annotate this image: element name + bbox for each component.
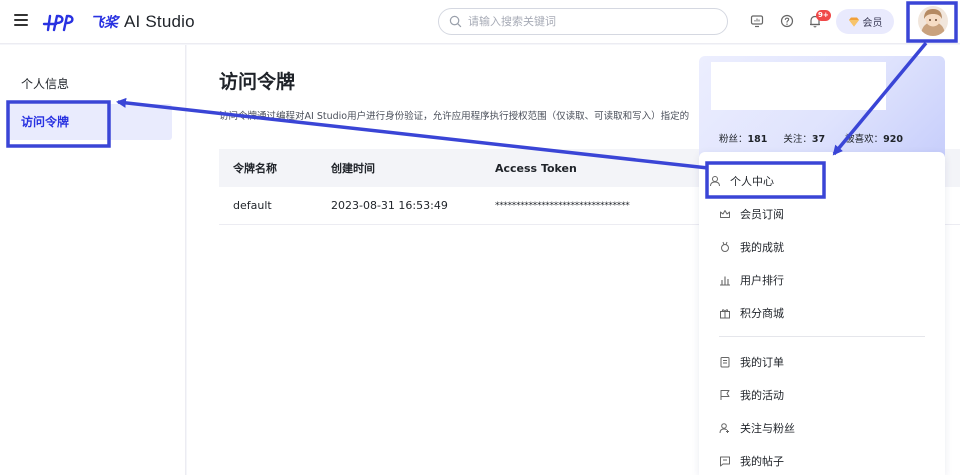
stat-likes[interactable]: 被喜欢：920 — [845, 131, 903, 145]
vip-label: 会员 — [862, 18, 883, 29]
flag-icon — [720, 390, 730, 400]
medal-icon — [721, 241, 729, 252]
paddle-logo-icon — [42, 14, 74, 32]
follow-icon — [719, 423, 729, 434]
menu-item-follow-and-fans[interactable]: 关注与粉丝 — [719, 415, 795, 441]
stat-following[interactable]: 关注：37 — [783, 131, 825, 145]
order-icon — [720, 357, 730, 368]
column-header-token-name: 令牌名称 — [233, 162, 277, 175]
vip-button[interactable]: 会员 — [836, 9, 894, 34]
search-icon — [449, 15, 462, 28]
menu-item-my-activities[interactable]: 我的活动 — [719, 382, 784, 408]
menu-label: 我的订单 — [740, 356, 784, 369]
diamond-icon — [848, 17, 859, 26]
menu-label: 个人中心 — [730, 175, 774, 188]
user-icon — [710, 176, 720, 187]
profile-stats: 粉丝：181 关注：37 被喜欢：920 — [719, 131, 919, 145]
access-token-cell: ******************************** — [495, 200, 630, 211]
bar-chart-icon — [720, 276, 730, 286]
menu-item-my-posts[interactable]: 我的帖子 — [719, 448, 784, 474]
menu-label: 关注与粉丝 — [740, 422, 795, 435]
post-icon — [720, 456, 730, 467]
token-name-cell: default — [233, 199, 272, 212]
profile-panel-header: 粉丝：181 关注：37 被喜欢：920 — [699, 56, 945, 164]
monitor-icon[interactable] — [750, 14, 764, 28]
profile-dropdown-menu: 个人中心 会员订阅 我的成就 用户排行 积分商城 我的订单 我的活动 关注与粉丝… — [699, 152, 945, 475]
menu-item-achievements[interactable]: 我的成就 — [719, 234, 784, 260]
menu-item-my-orders[interactable]: 我的订单 — [719, 349, 784, 375]
menu-item-personal-center[interactable]: 个人中心 — [709, 168, 774, 194]
avatar[interactable] — [918, 6, 948, 36]
page-title: 访问令牌 — [219, 71, 296, 93]
column-header-access-token: Access Token — [495, 161, 577, 175]
column-header-created-time: 创建时间 — [331, 162, 375, 175]
top-nav-bar: 飞桨 AI Studio 9+ 会员 — [0, 0, 960, 44]
logo-en-text: AI Studio — [124, 12, 195, 31]
menu-label: 我的成就 — [740, 241, 784, 254]
menu-label: 积分商城 — [740, 307, 784, 320]
menu-item-user-ranking[interactable]: 用户排行 — [719, 267, 784, 293]
search-box[interactable] — [438, 8, 728, 35]
avatar-image-icon — [918, 6, 948, 36]
sidebar-item-profile-info[interactable]: 个人信息 — [8, 66, 172, 102]
menu-item-vip-subscription[interactable]: 会员订阅 — [719, 201, 784, 227]
notification-badge: 9+ — [816, 10, 831, 21]
search-input[interactable] — [468, 15, 708, 28]
menu-label: 我的活动 — [740, 389, 784, 402]
created-time-cell: 2023-08-31 16:53:49 — [331, 199, 448, 212]
page-description: 访问令牌通过编程对AI Studio用户进行身份验证，允许应用程序执行授权范围（… — [219, 111, 690, 122]
sidebar-item-access-token[interactable]: 访问令牌 — [8, 104, 172, 140]
menu-label: 会员订阅 — [740, 208, 784, 221]
stat-followers[interactable]: 粉丝：181 — [719, 131, 767, 145]
menu-icon[interactable] — [14, 14, 28, 26]
menu-label: 用户排行 — [740, 274, 784, 287]
crown-icon — [720, 210, 730, 218]
settings-sidebar: 个人信息 访问令牌 — [0, 45, 186, 475]
menu-item-points-mall[interactable]: 积分商城 — [719, 300, 784, 326]
username-block — [711, 62, 886, 110]
help-icon[interactable] — [780, 14, 794, 28]
menu-divider — [719, 336, 925, 337]
logo-cn-text: 飞桨 — [90, 15, 118, 31]
menu-label: 我的帖子 — [740, 455, 784, 468]
gift-icon — [720, 309, 730, 319]
logo[interactable]: 飞桨 AI Studio — [42, 10, 195, 34]
